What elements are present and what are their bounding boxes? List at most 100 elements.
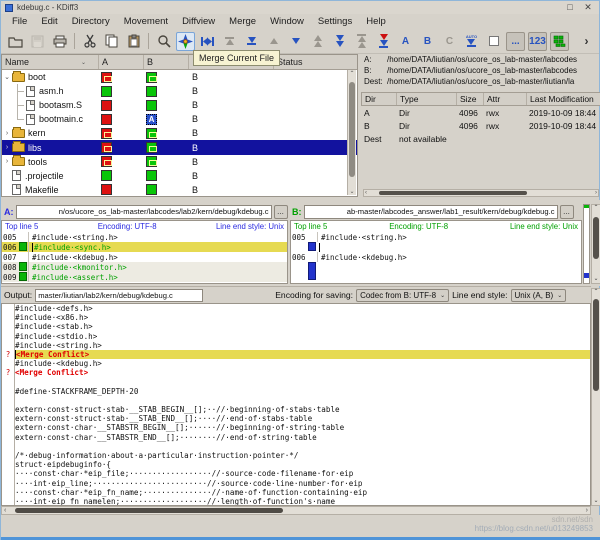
show-line-numbers-icon[interactable]: 123 (528, 32, 547, 51)
expander-icon[interactable]: › (2, 130, 12, 137)
cut-icon[interactable] (80, 32, 99, 51)
tree-vscrollbar[interactable]: ⌃⌄ (347, 70, 356, 195)
output-line: extern·const·char·__STABSTR_END__[];····… (2, 433, 590, 442)
select-line-c-icon[interactable]: C (440, 32, 459, 51)
merge-current-file-icon[interactable] (176, 32, 195, 51)
go-prev-delta-icon[interactable] (264, 32, 283, 51)
output-path-field[interactable]: master/liutian/lab2/kern/debug/kdebug.c (35, 289, 203, 302)
expander-icon[interactable]: ⌄ (2, 73, 12, 81)
show-whitespace-icon[interactable]: ... (506, 32, 525, 51)
tree-row-asm.h[interactable]: asm.h B (2, 84, 357, 98)
info-column-attr[interactable]: Attr (484, 93, 527, 105)
find-icon[interactable] (154, 32, 173, 51)
save-icon[interactable] (28, 32, 47, 51)
auto-advance-icon[interactable]: AUTO (462, 32, 481, 51)
info-table-row[interactable]: ADir4096rwx2019-10-09 18:44 (361, 106, 600, 119)
tree-row-bootmain.c[interactable]: bootmain.cAB (2, 112, 357, 126)
pane-b-body[interactable]: Top line 5 Encoding: UTF-8 Line end styl… (290, 220, 582, 284)
tree-cell-operation[interactable]: B (189, 140, 274, 154)
info-column-size[interactable]: Size (457, 93, 484, 105)
merge-operation-label: B (189, 114, 198, 124)
menu-item-directory[interactable]: Directory (67, 15, 119, 28)
pane-b-path-field[interactable]: ab-master/labcodes_answer/lab1_result/ke… (304, 205, 558, 219)
maximize-button[interactable]: □ (563, 2, 577, 13)
output-hscrollbar[interactable]: ‹ › (1, 506, 591, 515)
print-icon[interactable] (50, 32, 69, 51)
show-whitespace-checkbox-icon[interactable] (484, 32, 503, 51)
menu-item-merge[interactable]: Merge (224, 15, 265, 28)
go-next-unsolved-conflict-icon[interactable] (374, 32, 393, 51)
tree-cell-operation[interactable]: B (189, 155, 274, 169)
encoding-combo[interactable]: Codec from B: UTF-8⌄ (356, 289, 449, 302)
pane-a-body[interactable]: Top line 5 Encoding: UTF-8 Line end styl… (1, 220, 288, 284)
column-header-name[interactable]: Name ⌄ (2, 55, 99, 69)
tree-row-tools[interactable]: ›toolsB (2, 155, 357, 169)
merge-operation-label: B (189, 157, 198, 167)
column-header-status[interactable]: Status (274, 55, 357, 69)
code-text: #include·<stdio.h> (15, 332, 590, 341)
tree-row-boot[interactable]: ⌄bootB (2, 70, 357, 84)
tree-cell-operation[interactable]: B (189, 84, 274, 98)
tree-row-kern[interactable]: ›kernB (2, 126, 357, 140)
open-file-icon[interactable] (6, 32, 25, 51)
menu-item-window[interactable]: Window (265, 15, 313, 28)
conflict-marker (2, 341, 15, 350)
diff-state-b-icon (146, 156, 157, 167)
output-vscrollbar[interactable]: ⌃ ⌄ (591, 288, 600, 506)
go-next-conflict-icon[interactable] (330, 32, 349, 51)
diff-block-mark (308, 242, 316, 251)
title-bar: kdebug.c - KDiff3 □ ✕ (1, 1, 599, 14)
info-table-row[interactable]: BDir4096rwx2019-10-09 18:44 (361, 119, 600, 132)
tree-row-libs[interactable]: ›libsB (2, 140, 357, 154)
paste-icon[interactable] (124, 32, 143, 51)
go-prev-unsolved-conflict-icon[interactable] (352, 32, 371, 51)
tree-cell-operation[interactable]: B (189, 126, 274, 140)
info-column-last-modification[interactable]: Last Modification (527, 93, 600, 105)
menu-item-help[interactable]: Help (361, 15, 395, 28)
gutter-line (28, 232, 29, 242)
menu-item-edit[interactable]: Edit (36, 15, 66, 28)
toolbar-overflow-icon[interactable]: › (577, 32, 596, 51)
tree-row-Makefile[interactable]: MakefileB (2, 183, 357, 197)
expander-icon[interactable]: › (2, 158, 12, 165)
column-header-b[interactable]: B (144, 55, 189, 69)
menu-item-diffview[interactable]: Diffview (177, 15, 224, 28)
highlight-diff-icon[interactable] (550, 32, 569, 51)
tree-cell-operation[interactable]: B (189, 183, 274, 197)
tree-cell-operation[interactable]: B (189, 112, 274, 126)
info-hscrollbar[interactable]: ‹› (363, 189, 599, 197)
line-end-combo[interactable]: Unix (A, B)⌄ (511, 289, 567, 302)
go-next-delta-icon[interactable] (286, 32, 305, 51)
menu-item-settings[interactable]: Settings (313, 15, 361, 28)
go-current-delta-icon[interactable] (198, 32, 217, 51)
column-header-a[interactable]: A (99, 55, 144, 69)
info-table-row[interactable]: Destnot available (361, 132, 600, 145)
go-prev-conflict-icon[interactable] (308, 32, 327, 51)
merge-output-editor[interactable]: #include·<defs.h>#include·<x86.h>#includ… (1, 303, 591, 506)
tree-row-bootasm.S[interactable]: bootasm.SB (2, 98, 357, 112)
tree-row-.projectile[interactable]: .projectileB (2, 169, 357, 183)
diff-vscrollbar[interactable]: ⌃ ⌄ (591, 204, 600, 284)
menu-item-file[interactable]: File (7, 15, 36, 28)
pane-b-browse-button[interactable]: ... (560, 205, 574, 219)
pane-a-path-field[interactable]: n/os/ucore_os_lab-master/labcodes/lab2/k… (16, 205, 272, 219)
pane-a-browse-button[interactable]: ... (274, 205, 288, 219)
info-column-type[interactable]: Type (397, 93, 457, 105)
code-text: #include·<string.h> (321, 233, 407, 242)
go-first-delta-icon[interactable] (220, 32, 239, 51)
expander-icon[interactable]: › (2, 144, 12, 151)
copy-icon[interactable] (102, 32, 121, 51)
tree-cell-operation[interactable]: B (189, 70, 274, 84)
tree-cell-operation[interactable]: B (189, 98, 274, 112)
select-line-b-icon[interactable]: B (418, 32, 437, 51)
diff-overview-strip[interactable] (583, 204, 590, 284)
tree-cell-operation[interactable]: B (189, 169, 274, 183)
select-line-a-icon[interactable]: A (396, 32, 415, 51)
tree-row-name-cell: asm.h (2, 84, 99, 98)
info-column-dir[interactable]: Dir (362, 93, 397, 105)
output-line: ····const·char·*eip_fn_name;············… (2, 488, 590, 497)
code-text: #include·<string.h> (32, 233, 118, 242)
close-button[interactable]: ✕ (581, 2, 595, 13)
menu-item-movement[interactable]: Movement (119, 15, 177, 28)
go-last-delta-icon[interactable] (242, 32, 261, 51)
